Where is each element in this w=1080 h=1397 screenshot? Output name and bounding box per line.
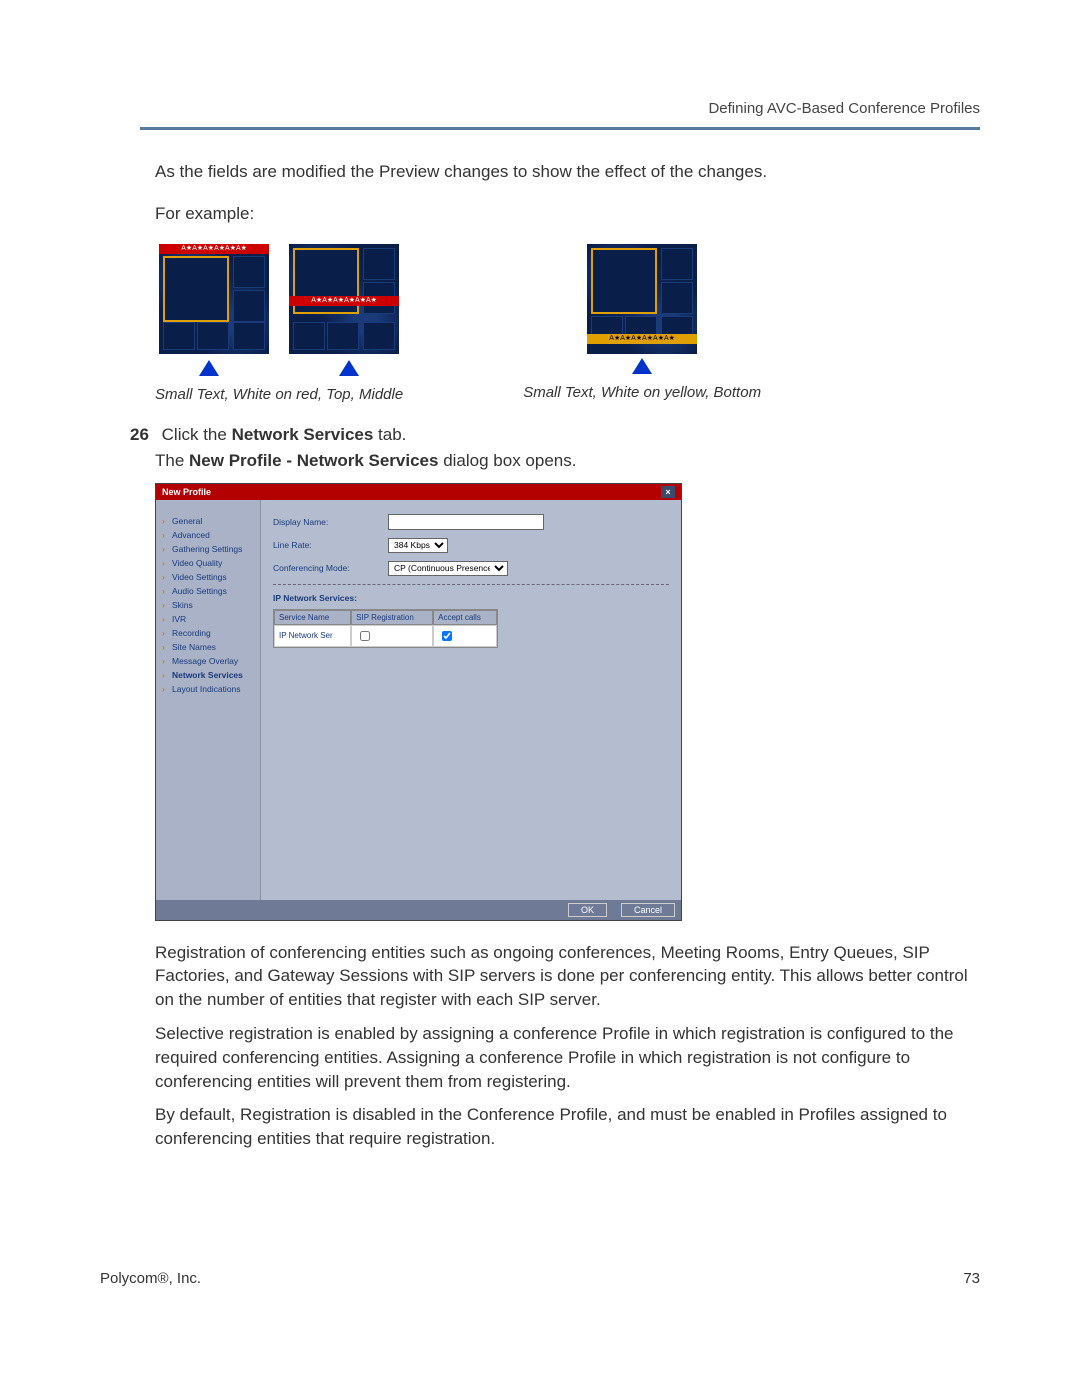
footer-page-number: 73 [963, 1270, 980, 1287]
line-rate-label: Line Rate: [273, 540, 388, 550]
preview-thumb-top: A★A★A★A★A★A★ [159, 244, 269, 354]
preview-row: A★A★A★A★A★A★ A★A★A★A★A★A★ [155, 244, 980, 403]
overlay-strip-bottom: A★A★A★A★A★A★ [587, 334, 697, 344]
nav-item-layout-indications[interactable]: Layout Indications [164, 682, 256, 696]
caption-left: Small Text, White on red, Top, Middle [155, 386, 403, 403]
display-name-input[interactable] [388, 514, 544, 530]
display-name-label: Display Name: [273, 517, 388, 527]
preview-thumb-middle: A★A★A★A★A★A★ [289, 244, 399, 354]
nav-item-recording[interactable]: Recording [164, 626, 256, 640]
intro-line-1: As the fields are modified the Preview c… [155, 160, 980, 184]
nav-item-advanced[interactable]: Advanced [164, 528, 256, 542]
paragraph-3: By default, Registration is disabled in … [155, 1103, 980, 1151]
td-service-name: IP Network Ser [274, 625, 351, 647]
th-sip-registration[interactable]: SIP Registration [351, 610, 433, 625]
dialog-footer: OK Cancel [156, 900, 681, 920]
conf-mode-label: Conferencing Mode: [273, 563, 388, 573]
step-text-suffix: tab. [373, 425, 406, 444]
step-sub-bold: New Profile - Network Services [189, 451, 438, 470]
paragraph-1: Registration of conferencing entities su… [155, 941, 980, 1012]
nav-item-network-services[interactable]: Network Services [164, 668, 256, 682]
footer-company: Polycom®, Inc. [100, 1270, 201, 1287]
ip-section-head: IP Network Services: [273, 593, 669, 603]
dialog-main: Display Name: Line Rate: 384 Kbps Confer… [260, 500, 681, 900]
nav-item-skins[interactable]: Skins [164, 598, 256, 612]
nav-item-message-overlay[interactable]: Message Overlay [164, 654, 256, 668]
preview-group-right: A★A★A★A★A★A★ Small Text, White on yellow… [523, 244, 761, 403]
overlay-strip-middle: A★A★A★A★A★A★ [289, 296, 399, 306]
step-26: 26 Click the Network Services tab. [130, 425, 980, 445]
paragraph-2: Selective registration is enabled by ass… [155, 1022, 980, 1093]
preview-group-left: A★A★A★A★A★A★ A★A★A★A★A★A★ [155, 244, 403, 403]
caption-right: Small Text, White on yellow, Bottom [523, 384, 761, 401]
ok-button[interactable]: OK [568, 903, 607, 917]
section-header: Defining AVC-Based Conference Profiles [140, 100, 980, 130]
overlay-strip-top: A★A★A★A★A★A★ [159, 244, 269, 254]
dialog-titlebar[interactable]: New Profile × [156, 484, 681, 500]
page-footer: Polycom®, Inc. 73 [100, 1270, 980, 1287]
preview-thumb-bottom: A★A★A★A★A★A★ [587, 244, 697, 354]
divider [273, 584, 669, 585]
th-accept-calls[interactable]: Accept calls [433, 610, 497, 625]
line-rate-select[interactable]: 384 Kbps [388, 538, 448, 553]
close-icon[interactable]: × [661, 486, 675, 498]
arrow-up-icon [199, 360, 219, 376]
nav-item-video-quality[interactable]: Video Quality [164, 556, 256, 570]
nav-item-site-names[interactable]: Site Names [164, 640, 256, 654]
step-text-prefix: Click the [162, 425, 232, 444]
th-service-name[interactable]: Service Name [274, 610, 351, 625]
arrow-up-icon [339, 360, 359, 376]
nav-item-audio-settings[interactable]: Audio Settings [164, 584, 256, 598]
nav-item-gathering-settings[interactable]: Gathering Settings [164, 542, 256, 556]
arrow-up-icon [632, 358, 652, 374]
step-sub-prefix: The [155, 451, 189, 470]
sip-registration-checkbox[interactable] [360, 631, 370, 641]
table-row[interactable]: IP Network Ser [274, 625, 497, 647]
step-sub: The New Profile - Network Services dialo… [155, 451, 980, 471]
nav-item-general[interactable]: General [164, 514, 256, 528]
step-sub-suffix: dialog box opens. [438, 451, 576, 470]
accept-calls-checkbox[interactable] [442, 631, 452, 641]
intro-line-2: For example: [155, 202, 980, 226]
nav-item-video-settings[interactable]: Video Settings [164, 570, 256, 584]
nav-item-ivr[interactable]: IVR [164, 612, 256, 626]
step-number: 26 [130, 425, 149, 444]
ip-network-table: Service Name SIP Registration Accept cal… [273, 609, 498, 648]
conf-mode-select[interactable]: CP (Continuous Presence) [388, 561, 508, 576]
cancel-button[interactable]: Cancel [621, 903, 675, 917]
new-profile-dialog: New Profile × General Advanced Gathering… [155, 483, 682, 921]
dialog-title: New Profile [162, 487, 211, 497]
dialog-nav: General Advanced Gathering Settings Vide… [156, 500, 260, 900]
step-text-bold: Network Services [232, 425, 374, 444]
